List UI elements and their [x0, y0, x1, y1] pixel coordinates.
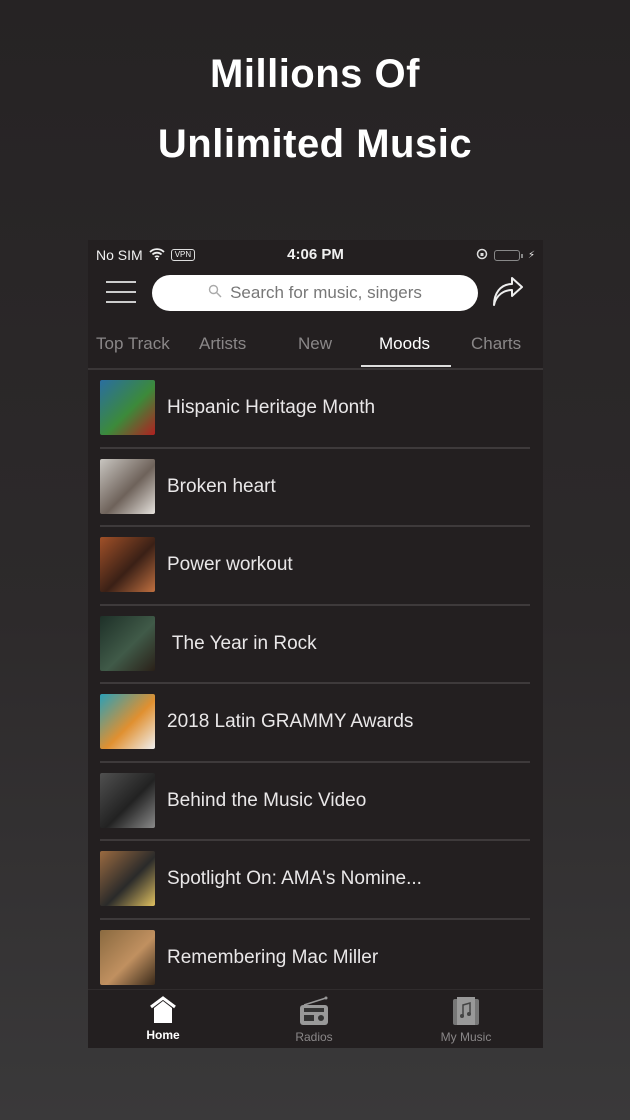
share-icon: [493, 277, 523, 306]
hamburger-line: [106, 281, 136, 283]
tabbar-my-music-label: My Music: [440, 1030, 492, 1044]
playlist-title: Spotlight On: AMA's Nomine...: [167, 868, 422, 889]
playlist-thumbnail: [100, 772, 155, 828]
list-item[interactable]: Power workout: [88, 527, 543, 606]
tab-top-track[interactable]: Top Track: [96, 334, 170, 354]
status-bar: No SIM VPN 4:06 PM ⚡: [88, 240, 543, 268]
tab-moods[interactable]: Moods: [379, 334, 430, 354]
moods-list: Hispanic Heritage Month Broken heart Pow…: [88, 370, 543, 998]
list-item[interactable]: Hispanic Heritage Month: [88, 370, 543, 449]
status-time: 4:06 PM: [287, 246, 344, 263]
playlist-title: Hispanic Heritage Month: [167, 397, 376, 418]
promo-headline-line2: Unlimited Music: [157, 122, 473, 166]
tab-new[interactable]: New: [298, 334, 332, 354]
menu-button[interactable]: [106, 281, 136, 305]
playlist-thumbnail: [100, 380, 155, 435]
top-toolbar: Search for music, singers: [88, 273, 543, 315]
tabbar-home-label: Home: [146, 1028, 180, 1042]
app-screen: No SIM VPN 4:06 PM ⚡ Search for music, s…: [88, 240, 543, 1048]
playlist-thumbnail: [100, 615, 155, 671]
playlist-thumbnail: [100, 694, 155, 749]
category-tabs: Top Track Artists New Moods Charts: [88, 322, 543, 370]
music-album-icon: [453, 997, 479, 1025]
hamburger-line: [106, 301, 136, 303]
playlist-title: 2018 Latin GRAMMY Awards: [167, 711, 414, 732]
active-tab-indicator: [361, 365, 451, 367]
list-item[interactable]: Behind the Music Video: [88, 763, 543, 841]
list-item[interactable]: The Year in Rock: [88, 606, 543, 684]
playlist-title: Broken heart: [167, 475, 276, 497]
list-item[interactable]: Broken heart: [88, 449, 543, 527]
promo-headline-line1: Millions Of: [210, 52, 420, 96]
battery-icon: [493, 249, 523, 261]
playlist-title: Behind the Music Video: [167, 789, 367, 811]
tab-artists[interactable]: Artists: [199, 334, 246, 354]
charging-icon: ⚡: [527, 249, 535, 261]
playlist-thumbnail: [100, 929, 155, 985]
list-item[interactable]: 2018 Latin GRAMMY Awards: [88, 684, 543, 763]
list-item[interactable]: Spotlight On: AMA's Nomine...: [88, 841, 543, 920]
tabbar-my-music[interactable]: My Music: [406, 996, 526, 1044]
orientation-lock-icon: [476, 247, 488, 263]
bottom-tab-bar: Home Radios My Music: [88, 989, 543, 1048]
playlist-title: The Year in Rock: [167, 632, 317, 654]
tab-charts[interactable]: Charts: [471, 334, 521, 354]
tabbar-radios[interactable]: Radios: [254, 996, 374, 1044]
search-input[interactable]: Search for music, singers: [152, 275, 478, 311]
playlist-thumbnail: [100, 458, 155, 514]
playlist-thumbnail: [100, 851, 155, 906]
playlist-title: Remembering Mac Miller: [167, 946, 379, 968]
tabbar-home[interactable]: Home: [103, 996, 223, 1042]
search-placeholder: Search for music, singers: [230, 283, 422, 302]
list-item[interactable]: Remembering Mac Miller: [88, 920, 543, 999]
hamburger-line: [106, 291, 136, 293]
playlist-thumbnail: [100, 537, 155, 592]
search-icon: [208, 283, 222, 303]
radio-icon: [300, 996, 328, 1025]
tabbar-radios-label: Radios: [295, 1030, 333, 1044]
playlist-title: Power workout: [167, 554, 293, 575]
share-button[interactable]: [490, 277, 526, 309]
home-icon: [150, 996, 176, 1023]
